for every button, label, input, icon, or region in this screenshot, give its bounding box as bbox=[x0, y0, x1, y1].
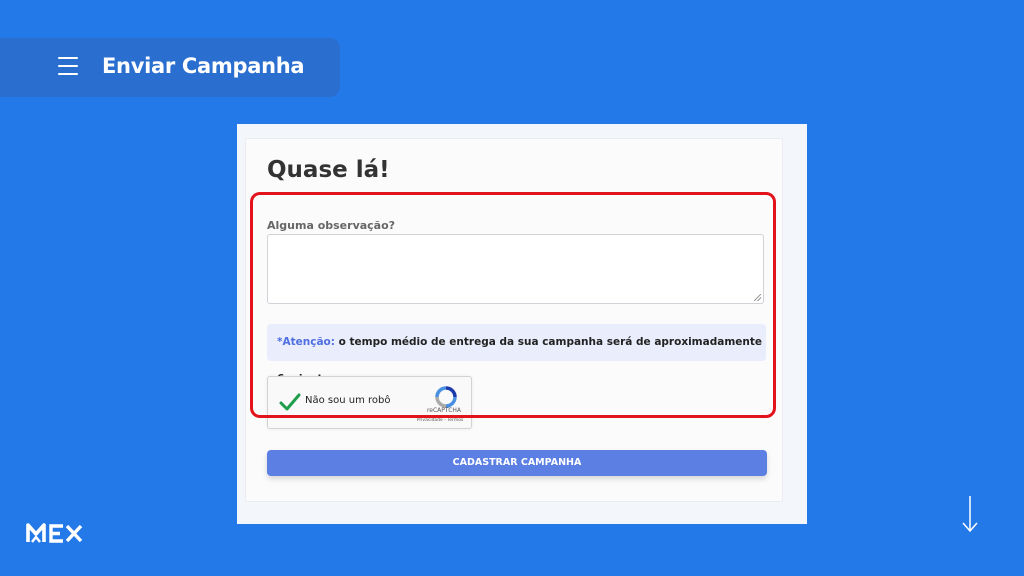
screenshot-frame: Quase lá! Alguma observação? *Atenção: o… bbox=[237, 124, 807, 524]
recaptcha-links[interactable]: Privacidade - Termos bbox=[408, 418, 472, 423]
highlight-box bbox=[250, 192, 776, 418]
form-title: Quase lá! bbox=[267, 157, 390, 183]
mex-logo bbox=[26, 523, 83, 543]
page-header: Enviar Campanha bbox=[0, 38, 340, 97]
page-title: Enviar Campanha bbox=[102, 54, 305, 78]
hamburger-icon[interactable] bbox=[58, 57, 78, 77]
submit-campaign-button[interactable]: CADASTRAR CAMPANHA bbox=[267, 450, 767, 476]
arrow-down-icon[interactable] bbox=[958, 494, 982, 534]
